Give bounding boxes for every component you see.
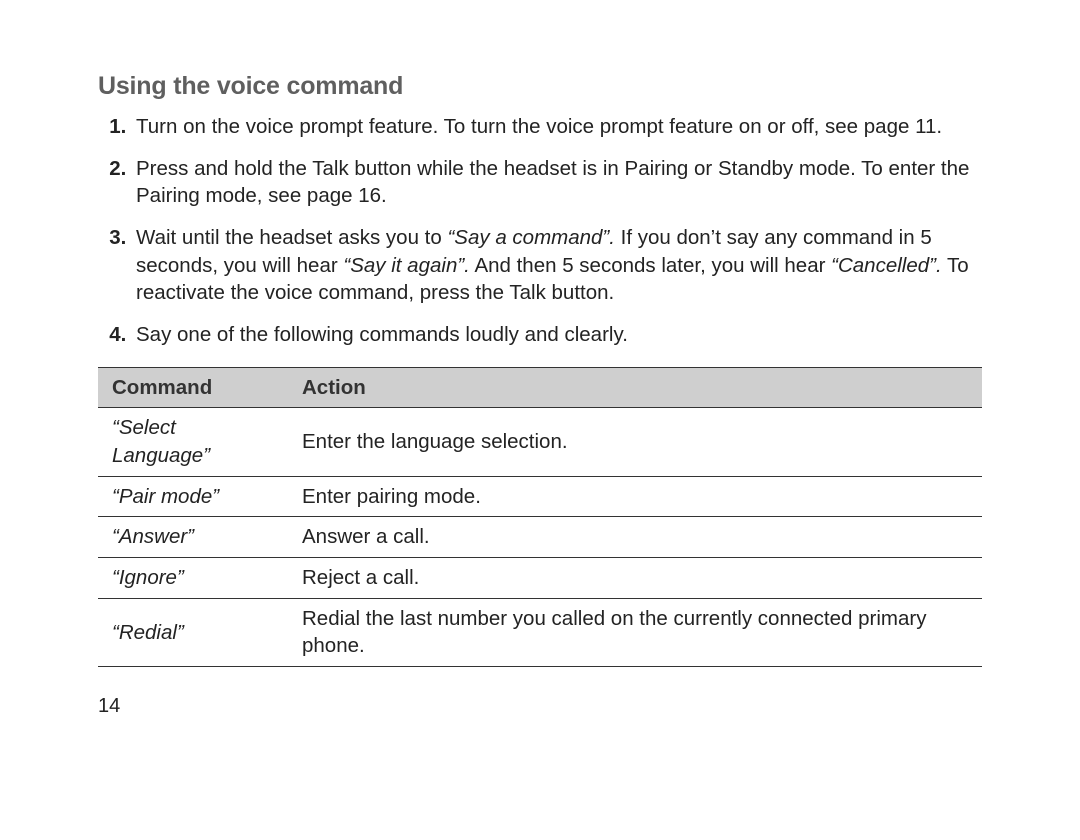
step-2: Press and hold the Talk button while the… [132, 155, 982, 210]
command-cell: “Pair mode” [98, 476, 288, 517]
command-cell: “Answer” [98, 517, 288, 558]
step-3-text-c: And then 5 seconds later, you will hear [470, 254, 831, 277]
step-4: Say one of the following commands loudly… [132, 321, 982, 349]
step-1: Turn on the voice prompt feature. To tur… [132, 113, 982, 141]
command-cell: “Redial” [98, 598, 288, 666]
steps-list: Turn on the voice prompt feature. To tur… [98, 113, 982, 349]
step-3-quote-2: “Say it again”. [343, 254, 469, 277]
command-cell: “Select Language” [98, 408, 288, 476]
table-row: “Pair mode” Enter pairing mode. [98, 476, 982, 517]
action-cell: Redial the last number you called on the… [288, 598, 982, 666]
action-cell: Answer a call. [288, 517, 982, 558]
step-3-quote-1: “Say a command”. [447, 226, 614, 249]
action-cell: Reject a call. [288, 558, 982, 599]
table-header-command: Command [98, 367, 288, 408]
table-header-row: Command Action [98, 367, 982, 408]
table-row: “Redial” Redial the last number you call… [98, 598, 982, 666]
commands-table: Command Action “Select Language” Enter t… [98, 367, 982, 667]
action-cell: Enter the language selection. [288, 408, 982, 476]
command-cell: “Ignore” [98, 558, 288, 599]
page-number: 14 [98, 695, 982, 718]
step-3: Wait until the headset asks you to “Say … [132, 224, 982, 307]
step-3-text-a: Wait until the headset asks you to [136, 226, 447, 249]
table-row: “Select Language” Enter the language sel… [98, 408, 982, 476]
manual-page: Using the voice command Turn on the voic… [0, 0, 1080, 748]
table-row: “Ignore” Reject a call. [98, 558, 982, 599]
step-3-quote-3: “Cancelled”. [831, 254, 942, 277]
section-heading: Using the voice command [98, 72, 982, 101]
table-row: “Answer” Answer a call. [98, 517, 982, 558]
action-cell: Enter pairing mode. [288, 476, 982, 517]
table-header-action: Action [288, 367, 982, 408]
